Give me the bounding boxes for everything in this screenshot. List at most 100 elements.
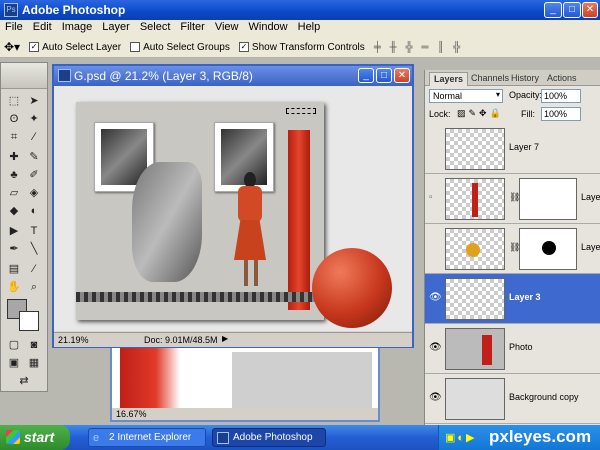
eraser-tool-icon[interactable]: ▱: [5, 185, 23, 201]
layer-name: Photo: [509, 342, 533, 352]
menu-edit[interactable]: Edit: [28, 20, 57, 34]
minimize-button[interactable]: _: [544, 2, 562, 18]
pen-tool-icon[interactable]: ✒: [5, 241, 23, 257]
layer-name: Layer: [581, 192, 600, 202]
visibility-eye-icon[interactable]: 👁: [429, 342, 442, 353]
layer-row[interactable]: ⛓ Layer: [425, 224, 600, 274]
slice-tool-icon[interactable]: ∕: [25, 129, 43, 145]
healing-brush-icon[interactable]: ✚: [5, 149, 23, 165]
system-tray: ▣◐▶ pxleyes.com: [438, 425, 600, 450]
move-tool-icon[interactable]: ➤: [25, 93, 43, 109]
show-transform-label: Show Transform Controls: [251, 41, 365, 53]
visibility-eye-icon[interactable]: 👁: [429, 392, 442, 403]
auto-select-groups-checkbox[interactable]: [130, 42, 141, 52]
auto-select-layer-checkbox[interactable]: ✓: [29, 42, 40, 52]
fill-input[interactable]: 100%: [541, 107, 581, 121]
lock-icons[interactable]: ▨✎✥🔒: [457, 108, 504, 119]
layer-row[interactable]: ▫ ⛓ Layer: [425, 174, 600, 224]
dodge-tool-icon[interactable]: ◐: [25, 203, 43, 219]
doc-maximize-button[interactable]: □: [376, 68, 392, 83]
photoshop-icon: [217, 432, 229, 444]
transform-handles[interactable]: [286, 108, 316, 114]
zoom-tool-icon[interactable]: ⌕: [25, 279, 43, 295]
floor-grate: [76, 292, 324, 302]
paint-bucket-icon[interactable]: ◈: [25, 185, 43, 201]
tab-actions[interactable]: Actions: [543, 72, 581, 86]
taskbar-item-ie[interactable]: e 2 Internet Explorer: [88, 428, 206, 447]
layer-row[interactable]: Layer 7: [425, 124, 600, 174]
standard-mode-icon[interactable]: ▢: [5, 337, 23, 353]
close-button[interactable]: ✕: [582, 2, 598, 18]
clone-stamp-icon[interactable]: ♣: [5, 167, 23, 183]
layer-thumbnail: [445, 178, 505, 220]
doc-minimize-button[interactable]: _: [358, 68, 374, 83]
full-screen-icon[interactable]: ▦: [25, 355, 43, 371]
document-size[interactable]: Doc: 9.01M/48.5M: [144, 335, 218, 345]
doc-close-button[interactable]: ✕: [394, 68, 410, 83]
menu-filter[interactable]: Filter: [175, 20, 209, 34]
menu-select[interactable]: Select: [135, 20, 176, 34]
background-color-swatch[interactable]: [19, 311, 39, 331]
eyedropper-icon[interactable]: ⁄: [25, 261, 43, 277]
menu-help[interactable]: Help: [293, 20, 326, 34]
red-ball: [312, 248, 392, 328]
start-button[interactable]: start: [0, 425, 70, 450]
document-icon: [58, 69, 71, 82]
chevron-down-icon: ▾: [495, 90, 500, 99]
layers-panel: Layers Channels History Actions Normal ▾ …: [424, 70, 600, 425]
zoom-level[interactable]: 21.19%: [58, 335, 89, 345]
history-brush-icon[interactable]: ✐: [25, 167, 43, 183]
tab-layers[interactable]: Layers: [429, 72, 469, 86]
layer-row[interactable]: 👁 Background copy: [425, 374, 600, 424]
opacity-input[interactable]: 100%: [541, 89, 581, 103]
align-icons[interactable]: ╪ ╫ ╬ ═ ║ ╬: [374, 42, 463, 53]
crop-tool-icon[interactable]: ⌗: [5, 129, 23, 145]
watermark: pxleyes.com: [489, 427, 592, 446]
quick-mask-icon[interactable]: ◙: [25, 337, 43, 353]
hand-tool-icon[interactable]: ✋: [5, 279, 23, 295]
layer-row[interactable]: 👁 Layer 3: [425, 274, 600, 324]
menu-layer[interactable]: Layer: [97, 20, 135, 34]
canvas-area[interactable]: [54, 86, 412, 331]
app-title-bar: Adobe Photoshop: [0, 0, 600, 20]
move-tool-icon[interactable]: ✥▾: [4, 40, 20, 54]
layer-row[interactable]: 👁 Photo: [425, 324, 600, 374]
taskbar: start e 2 Internet Explorer Adobe Photos…: [0, 425, 600, 450]
document-window[interactable]: G.psd @ 21.2% (Layer 3, RGB/8) _ □ ✕ 21.…: [52, 64, 414, 348]
magic-wand-icon[interactable]: ✦: [25, 111, 43, 127]
tray-icons[interactable]: ▣◐▶: [445, 431, 477, 444]
fill-label: Fill:: [521, 109, 535, 119]
layers-list: Layer 7 ▫ ⛓ Layer ⛓ Layer 👁 Layer 3 👁 Ph…: [425, 124, 600, 424]
notes-tool-icon[interactable]: ▤: [5, 261, 23, 277]
brush-tool-icon[interactable]: ✎: [25, 149, 43, 165]
blend-mode-select[interactable]: Normal ▾: [429, 89, 503, 103]
start-label: start: [24, 429, 55, 445]
lasso-tool-icon[interactable]: ʘ: [5, 111, 23, 127]
path-select-icon[interactable]: ▶: [5, 223, 23, 239]
panel-tabs: Layers Channels History Actions: [425, 70, 600, 86]
menu-image[interactable]: Image: [57, 20, 98, 34]
sculpted-hand: [132, 162, 202, 282]
document-title: G.psd @ 21.2% (Layer 3, RGB/8): [74, 69, 253, 83]
show-transform-checkbox[interactable]: ✓: [238, 42, 249, 52]
screen-mode-icon[interactable]: ▣: [5, 355, 23, 371]
app-title: Adobe Photoshop: [22, 3, 126, 17]
visibility-eye-icon[interactable]: 👁: [429, 292, 442, 303]
line-tool-icon[interactable]: ╲: [25, 241, 43, 257]
type-tool-icon[interactable]: T: [25, 223, 43, 239]
menu-view[interactable]: View: [210, 20, 244, 34]
layer-mask-thumbnail: [519, 178, 577, 220]
taskbar-item-label: Adobe Photoshop: [233, 432, 313, 443]
marquee-tool-icon[interactable]: ⬚: [5, 93, 23, 109]
tab-history[interactable]: History: [507, 72, 543, 86]
status-arrow-icon[interactable]: ▶: [222, 334, 228, 343]
menu-file[interactable]: File: [0, 20, 28, 34]
visibility-eye-icon[interactable]: ▫: [429, 192, 433, 203]
taskbar-item-photoshop[interactable]: Adobe Photoshop: [212, 428, 326, 447]
layer-name: Background copy: [509, 392, 579, 402]
blur-tool-icon[interactable]: ◆: [5, 203, 23, 219]
layer-mask-thumbnail: [519, 228, 577, 270]
maximize-button[interactable]: □: [563, 2, 581, 18]
imageready-icon[interactable]: ⇄: [15, 373, 33, 389]
menu-window[interactable]: Window: [244, 20, 293, 34]
